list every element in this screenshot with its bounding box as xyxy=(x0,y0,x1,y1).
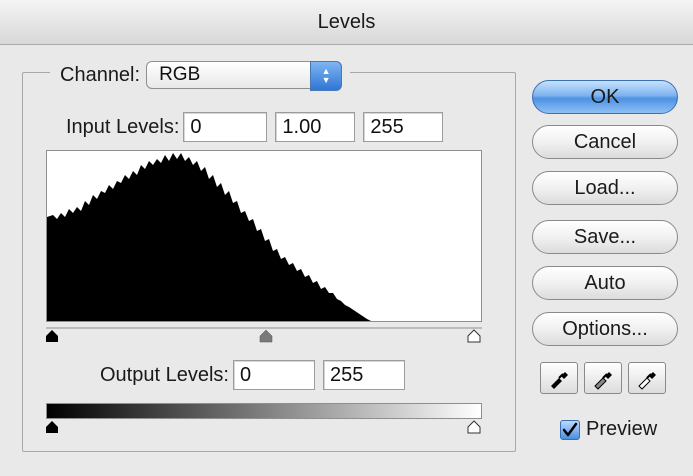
input-levels-row: Input Levels: 0 1.00 255 xyxy=(66,112,444,142)
preview-checkbox[interactable] xyxy=(560,419,580,440)
options-button-label: Options... xyxy=(562,317,648,340)
output-gradient-bar xyxy=(46,403,482,419)
eyedropper-black-glyph xyxy=(551,372,568,389)
eyedropper-group xyxy=(540,362,666,394)
input-gamma-field[interactable]: 1.00 xyxy=(275,112,356,142)
histogram-graph xyxy=(47,153,371,321)
save-button[interactable]: Save... xyxy=(532,220,678,254)
input-levels-label: Input Levels: xyxy=(66,115,180,138)
eyedropper-gray-glyph xyxy=(594,372,612,390)
output-levels-row: Output Levels: 0 255 xyxy=(100,360,405,390)
white-point-eyedropper-icon[interactable] xyxy=(628,362,666,394)
ok-button-label: OK xyxy=(590,85,620,108)
output-black-value: 0 xyxy=(239,363,252,386)
input-white-field[interactable]: 255 xyxy=(363,112,444,142)
input-slider-graphic xyxy=(46,327,482,343)
shadow-slider-icon[interactable] xyxy=(46,330,58,342)
channel-value: RGB xyxy=(159,64,201,85)
checkmark-icon xyxy=(562,422,578,436)
gray-point-eyedropper-icon[interactable] xyxy=(584,362,622,394)
options-button[interactable]: Options... xyxy=(532,312,678,346)
black-point-eyedropper-icon[interactable] xyxy=(540,362,578,394)
highlight-slider-icon[interactable] xyxy=(467,329,481,343)
input-slider-track[interactable] xyxy=(46,324,482,346)
output-white-slider-icon[interactable] xyxy=(467,420,481,434)
output-black-field[interactable]: 0 xyxy=(232,360,315,390)
input-white-value: 255 xyxy=(370,115,404,138)
preview-label: Preview xyxy=(586,418,658,440)
auto-button[interactable]: Auto xyxy=(532,266,678,300)
channel-row: Channel: RGB ▲ ▼ xyxy=(50,58,351,92)
output-black-slider-icon[interactable] xyxy=(46,421,58,433)
output-slider-graphic xyxy=(46,420,481,434)
output-slider-track[interactable] xyxy=(46,419,482,439)
ok-button[interactable]: OK xyxy=(532,80,678,114)
load-button[interactable]: Load... xyxy=(532,171,678,205)
channel-popup[interactable]: RGB ▲ ▼ xyxy=(146,61,343,91)
output-levels-label: Output Levels: xyxy=(100,363,229,386)
popup-arrows-icon: ▲ ▼ xyxy=(310,61,343,91)
levels-dialog: Levels Channel: RGB ▲ ▼ Input Levels: 0 1… xyxy=(0,0,693,476)
cancel-button[interactable]: Cancel xyxy=(532,125,678,159)
title-bar: Levels xyxy=(0,0,693,45)
eyedropper-white-glyph xyxy=(638,372,656,390)
save-button-label: Save... xyxy=(573,225,637,248)
midtone-slider-icon[interactable] xyxy=(259,329,273,343)
window-title: Levels xyxy=(317,10,376,33)
input-black-field[interactable]: 0 xyxy=(183,112,268,142)
input-black-value: 0 xyxy=(190,115,202,138)
cancel-button-label: Cancel xyxy=(573,130,637,153)
input-gamma-value: 1.00 xyxy=(282,115,322,138)
output-white-field[interactable]: 255 xyxy=(322,360,405,390)
preview-option[interactable]: Preview xyxy=(560,418,657,441)
output-white-value: 255 xyxy=(329,363,364,386)
load-button-label: Load... xyxy=(574,176,636,199)
auto-button-label: Auto xyxy=(584,271,626,294)
channel-label: Channel: xyxy=(60,63,141,86)
histogram xyxy=(46,150,482,322)
